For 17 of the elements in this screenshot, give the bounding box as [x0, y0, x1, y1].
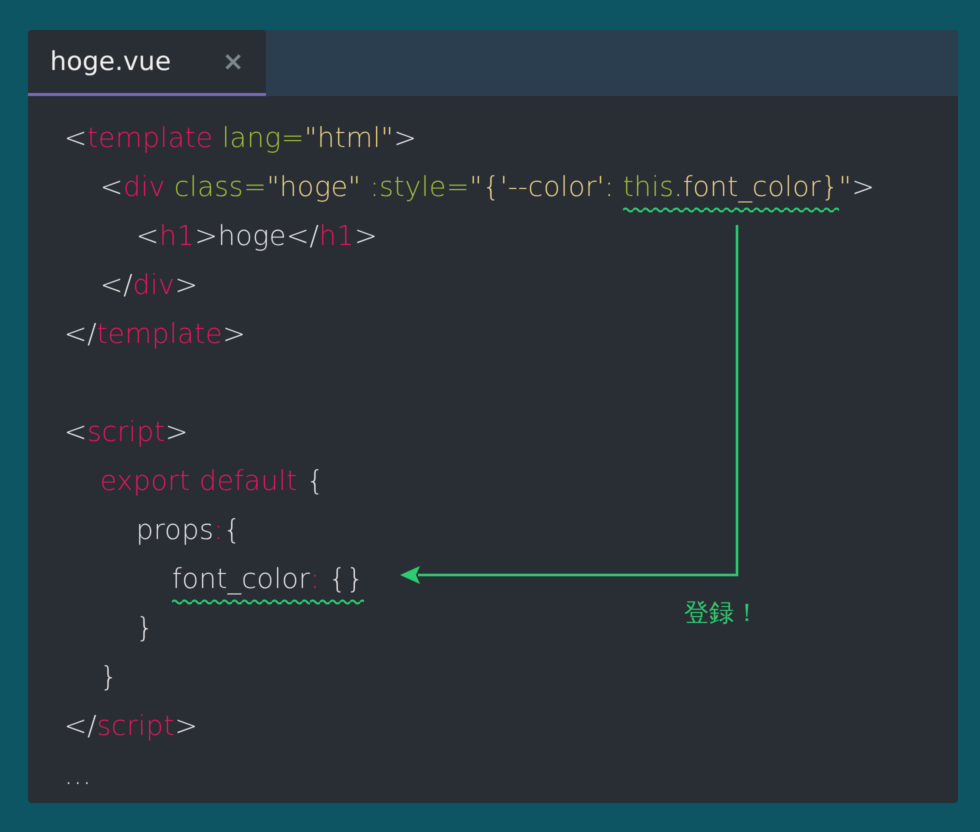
- code-line: …: [64, 760, 92, 793]
- code-line: </template>: [64, 319, 246, 352]
- code-line: <script>: [64, 417, 188, 450]
- code-line: props:{: [136, 515, 241, 548]
- file-tab[interactable]: hoge.vue ×: [28, 30, 266, 96]
- code-line: <template lang="html">: [64, 123, 417, 156]
- code-line: }: [100, 662, 118, 695]
- annotation-label: 登録！: [684, 597, 760, 629]
- tab-label: hoge.vue: [50, 46, 172, 76]
- code-line: <div class="hoge" :style="{'--color': this.font_color}">: [100, 172, 875, 213]
- code-line: }: [136, 613, 154, 646]
- close-icon[interactable]: ×: [222, 46, 244, 76]
- code-line: </script>: [64, 711, 198, 744]
- code-line: </div>: [100, 270, 198, 303]
- code-line: font_color: {}: [172, 564, 364, 605]
- code-line: export default {: [100, 466, 324, 499]
- code-line: <h1>hoge</h1>: [136, 221, 378, 254]
